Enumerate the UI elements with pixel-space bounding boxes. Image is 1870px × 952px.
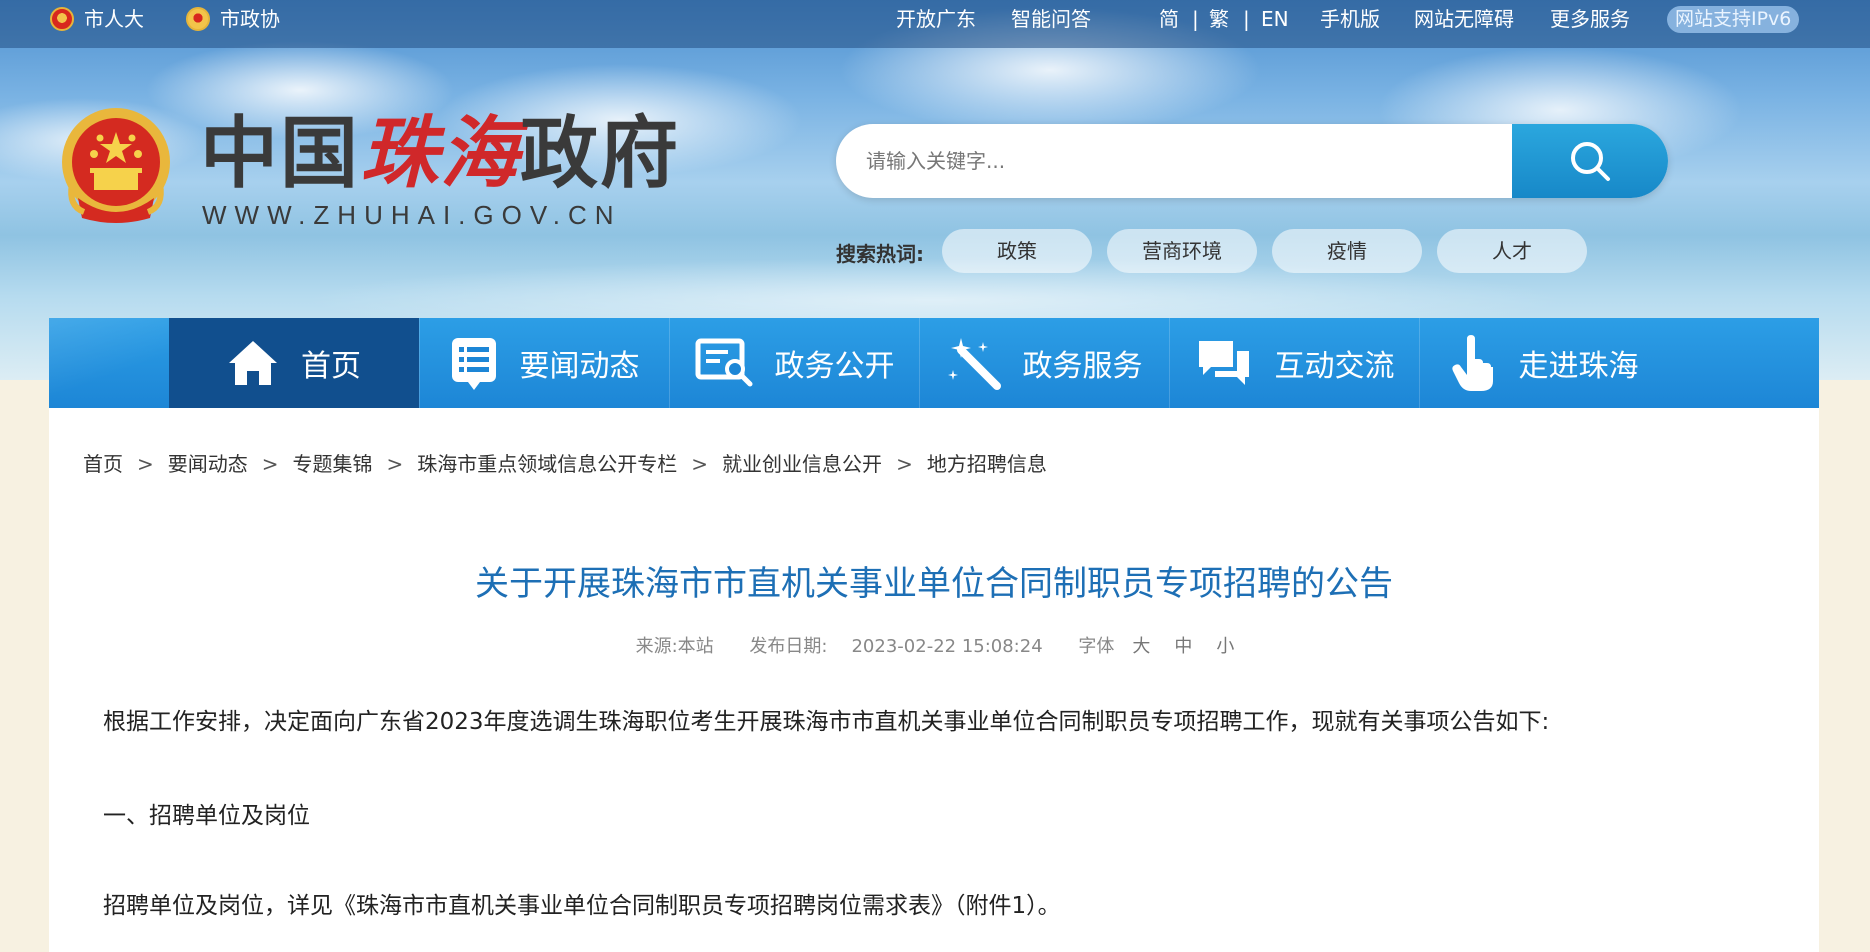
main-nav: 首页 要闻动态 政务公开 政务服务 互动交流 走进珠海 (49, 318, 1819, 408)
link-open-guangdong[interactable]: 开放广东 (896, 0, 976, 40)
font-size-medium[interactable]: 中 (1174, 636, 1192, 657)
nav-item-home[interactable]: 首页 (169, 318, 419, 408)
nav-item-about-zhuhai[interactable]: 走进珠海 (1419, 318, 1669, 408)
lang-separator: | (1192, 7, 1199, 31)
article-panel: 首页 > 要闻动态 > 专题集锦 > 珠海市重点领域信息公开专栏 > 就业创业信息公开 > 地方招聘… (49, 408, 1819, 952)
font-size-small[interactable]: 小 (1216, 636, 1234, 657)
link-mobile[interactable]: 手机版 (1320, 0, 1380, 40)
link-smart-qa[interactable]: 智能问答 (1011, 0, 1091, 40)
top-bar: 市人大 市政协 开放广东 智能问答 简 | 繁 | EN 手机版 网站无障碍 更… (0, 0, 1870, 48)
link-accessibility[interactable]: 网站无障碍 (1414, 0, 1514, 40)
article-date: 发布日期: 2023-02-22 15:08:24 (749, 636, 1043, 657)
site-name-prefix: 中国 (200, 108, 361, 199)
hot-word-tag[interactable]: 人才 (1437, 229, 1587, 273)
nav-item-interaction[interactable]: 互动交流 (1169, 318, 1419, 408)
breadcrumb-item[interactable]: 首页 (83, 452, 123, 476)
hot-word-tag[interactable]: 疫情 (1272, 229, 1422, 273)
breadcrumb-separator: > (137, 452, 154, 476)
breadcrumb-separator: > (896, 452, 913, 476)
breadcrumb-separator: > (691, 452, 709, 476)
site-name[interactable]: 中国珠海政府 (200, 114, 680, 194)
hand-pointer-icon (1451, 335, 1493, 391)
lang-separator: | (1243, 7, 1250, 31)
search-input[interactable] (866, 124, 1506, 198)
nav-item-news[interactable]: 要闻动态 (419, 318, 669, 408)
article-section-heading: 一、招聘单位及岗位 (103, 803, 310, 829)
nav-item-gov-open[interactable]: 政务公开 (669, 318, 919, 408)
article-title: 关于开展珠海市市直机关事业单位合同制职员专项招聘的公告 (475, 564, 1393, 604)
search-box (836, 124, 1668, 198)
document-search-icon (695, 338, 752, 387)
link-npc[interactable]: 市人大 (50, 0, 144, 40)
chat-icon (1198, 341, 1249, 385)
article-paragraph: 根据工作安排，决定面向广东省2023年度选调生珠海职位考生开展珠海市市直机关事业… (103, 709, 1550, 735)
article-meta: 来源:本站 发布日期: 2023-02-22 15:08:24 字体大 中 小 (49, 632, 1819, 658)
list-icon (451, 338, 496, 390)
breadcrumb: 首页 > 要闻动态 > 专题集锦 > 珠海市重点领域信息公开专栏 > 就业创业信息公开 > 地方招聘… (83, 448, 1047, 477)
breadcrumb-separator: > (261, 452, 279, 476)
hot-word-tag[interactable]: 营商环境 (1107, 229, 1257, 273)
breadcrumb-item[interactable]: 珠海市重点领域信息公开专栏 (417, 452, 677, 476)
breadcrumb-item[interactable]: 要闻动态 (168, 452, 248, 476)
nav-decoration (49, 318, 169, 408)
site-name-suffix: 政府 (520, 108, 681, 199)
cppcc-emblem-icon (186, 7, 210, 31)
hot-word-tag[interactable]: 政策 (942, 229, 1092, 273)
hot-words-label: 搜索热词: (836, 242, 924, 266)
link-simplified[interactable]: 简 (1159, 0, 1179, 40)
ipv6-badge: 网站支持IPv6 (1667, 6, 1800, 33)
magic-wand-icon (947, 338, 1001, 390)
breadcrumb-separator: > (386, 452, 404, 476)
emblem-icon (50, 7, 74, 31)
search-button[interactable] (1512, 124, 1668, 198)
nav-item-gov-service[interactable]: 政务服务 (919, 318, 1169, 408)
font-size-large[interactable]: 大 (1132, 636, 1150, 657)
national-emblem-icon (58, 106, 174, 226)
site-domain: WWW.ZHUHAI.GOV.CN (202, 200, 622, 230)
article-source: 来源:本站 (635, 636, 714, 657)
breadcrumb-item[interactable]: 专题集锦 (293, 452, 373, 476)
font-size-label: 字体 (1078, 636, 1115, 657)
site-name-accent: 珠海 (360, 108, 521, 199)
link-more-services[interactable]: 更多服务 (1550, 0, 1630, 40)
home-icon (229, 341, 277, 385)
breadcrumb-item[interactable]: 就业创业信息公开 (722, 452, 882, 476)
link-cppcc[interactable]: 市政协 (186, 0, 280, 40)
link-traditional[interactable]: 繁 (1209, 0, 1229, 40)
breadcrumb-item[interactable]: 地方招聘信息 (927, 452, 1047, 476)
search-icon (1571, 142, 1610, 181)
article-paragraph: 招聘单位及岗位，详见《珠海市市直机关事业单位合同制职员专项招聘岗位需求表》（附件… (103, 893, 1061, 919)
link-english[interactable]: EN (1261, 0, 1289, 40)
